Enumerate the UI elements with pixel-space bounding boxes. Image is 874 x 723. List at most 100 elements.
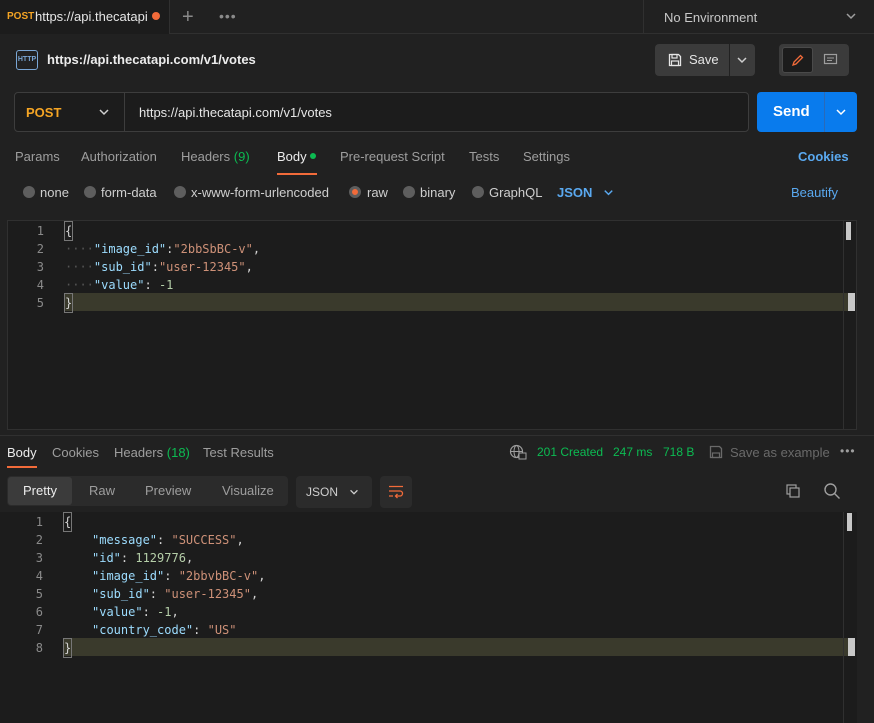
save-button[interactable]: Save [655, 44, 729, 76]
request-tab[interactable]: POST https://api.thecatapi.c [0, 0, 170, 34]
response-size[interactable]: 718 B [663, 445, 694, 459]
editor-scrollbar[interactable] [846, 222, 851, 240]
radio-binary[interactable] [403, 186, 415, 198]
view-tab-pretty-label: Pretty [23, 483, 57, 498]
tab-headers[interactable]: Headers (9) [181, 149, 250, 164]
view-tab-visualize[interactable]: Visualize [222, 483, 274, 498]
radio-urlencoded[interactable] [174, 186, 186, 198]
tab-title: https://api.thecatapi.c [35, 9, 147, 24]
comment-icon [823, 53, 838, 65]
line-number: 4 [36, 278, 44, 292]
line-number: 4 [35, 569, 43, 583]
tab-params[interactable]: Params [15, 149, 60, 164]
tab-authorization[interactable]: Authorization [81, 149, 157, 164]
beautify-link[interactable]: Beautify [791, 185, 838, 200]
radio-binary-label[interactable]: binary [420, 185, 455, 200]
copy-icon[interactable] [785, 483, 801, 499]
view-tab-raw[interactable]: Raw [89, 483, 115, 498]
json-key: "message" [92, 533, 158, 547]
json-value: "SUCCESS" [171, 533, 237, 547]
view-mode-toggle [779, 44, 849, 76]
chevron-down-icon[interactable] [834, 105, 848, 119]
tab-body[interactable]: Body [277, 149, 307, 164]
cookies-link[interactable]: Cookies [798, 149, 849, 164]
response-tab-body[interactable]: Body [7, 445, 37, 460]
radio-form-data-label[interactable]: form-data [101, 185, 157, 200]
response-body-viewer[interactable]: 1 { 2 "message": "SUCCESS", 3 "id": 1129… [0, 512, 857, 723]
view-tab-pretty[interactable]: Pretty [8, 477, 72, 505]
view-tab-preview[interactable]: Preview [145, 483, 191, 498]
comments-button[interactable] [815, 47, 846, 73]
response-tab-test-results[interactable]: Test Results [203, 445, 274, 460]
json-key: "sub_id" [93, 260, 152, 274]
radio-form-data[interactable] [84, 186, 96, 198]
save-label: Save [689, 52, 719, 67]
tab-bar: POST https://api.thecatapi.c + ••• No En… [0, 0, 874, 34]
line-number: 2 [35, 533, 43, 547]
code-line: 4 ····"value": -1 [8, 276, 848, 294]
response-headers-count-badge: (18) [166, 445, 190, 460]
chevron-down-icon[interactable] [602, 186, 615, 199]
line-number: 3 [36, 260, 44, 274]
url-bar: POST [14, 92, 749, 132]
edit-mode-button[interactable] [782, 47, 813, 73]
line-number: 5 [35, 587, 43, 601]
http-icon: HTTP [16, 50, 38, 70]
radio-graphql-label[interactable]: GraphQL [489, 185, 542, 200]
save-icon [668, 53, 682, 67]
json-key: "country_code" [92, 623, 194, 637]
response-tab-headers[interactable]: Headers (18) [114, 445, 190, 460]
line-number: 8 [35, 641, 43, 655]
json-value: 1129776 [135, 551, 186, 565]
url-input[interactable] [139, 93, 739, 131]
environment-selector[interactable]: No Environment [643, 0, 874, 34]
response-status[interactable]: 201 Created [537, 445, 603, 459]
more-tabs-ellipsis-icon[interactable]: ••• [219, 8, 237, 24]
minimap-marker [844, 638, 855, 656]
response-divider[interactable] [0, 435, 874, 436]
line-number: 6 [35, 605, 43, 619]
code-text: "sub_id": "user-12345", [92, 587, 259, 601]
headers-count-badge: (9) [233, 149, 250, 164]
radio-graphql[interactable] [472, 186, 484, 198]
request-body-editor[interactable]: 1{ 2 ····"image_id":"2bbSbBC-v", 3 ····"su… [7, 220, 857, 430]
code-text: "image_id": "2bbvbBC-v", [92, 569, 266, 583]
radio-raw[interactable] [349, 186, 361, 198]
line-number: 3 [35, 551, 43, 565]
method-select[interactable]: POST [15, 93, 125, 131]
new-tab-plus-icon[interactable]: + [182, 6, 194, 29]
tab-tests[interactable]: Tests [469, 149, 499, 164]
response-time[interactable]: 247 ms [613, 445, 652, 459]
globe-network-icon[interactable] [509, 444, 527, 460]
code-text: ····"image_id":"2bbSbBC-v", [65, 242, 261, 256]
search-icon[interactable] [823, 482, 841, 500]
code-token: { [63, 221, 74, 241]
more-options-ellipsis-icon[interactable]: ••• [840, 444, 856, 458]
response-tab-cookies[interactable]: Cookies [52, 445, 99, 460]
save-as-example-button[interactable]: Save as example [730, 445, 830, 460]
wrap-lines-icon [389, 485, 404, 499]
body-format-select[interactable]: JSON [557, 185, 592, 200]
json-value: "US" [207, 623, 237, 637]
request-title[interactable]: https://api.thecatapi.com/v1/votes [47, 52, 256, 67]
tab-pre-request-script[interactable]: Pre-request Script [340, 149, 445, 164]
radio-none[interactable] [23, 186, 35, 198]
code-text: ····"value": -1 [65, 278, 174, 292]
save-options-button[interactable] [730, 44, 755, 76]
radio-urlencoded-label[interactable]: x-www-form-urlencoded [191, 185, 329, 200]
tab-settings[interactable]: Settings [523, 149, 570, 164]
chevron-down-icon [350, 489, 358, 495]
line-number: 2 [36, 242, 44, 256]
minimap-marker [844, 293, 855, 311]
response-scrollbar[interactable] [847, 513, 852, 531]
response-format-select[interactable]: JSON [296, 476, 372, 508]
radio-none-label[interactable]: none [40, 185, 69, 200]
radio-raw-label[interactable]: raw [367, 185, 388, 200]
editor-divider [843, 512, 844, 723]
wrap-lines-button[interactable] [380, 476, 412, 508]
send-button[interactable]: Send [757, 92, 857, 132]
send-divider [824, 92, 825, 132]
line-number: 1 [35, 515, 43, 529]
json-value: "user-12345" [158, 260, 246, 274]
body-indicator-dot-icon [310, 153, 316, 159]
